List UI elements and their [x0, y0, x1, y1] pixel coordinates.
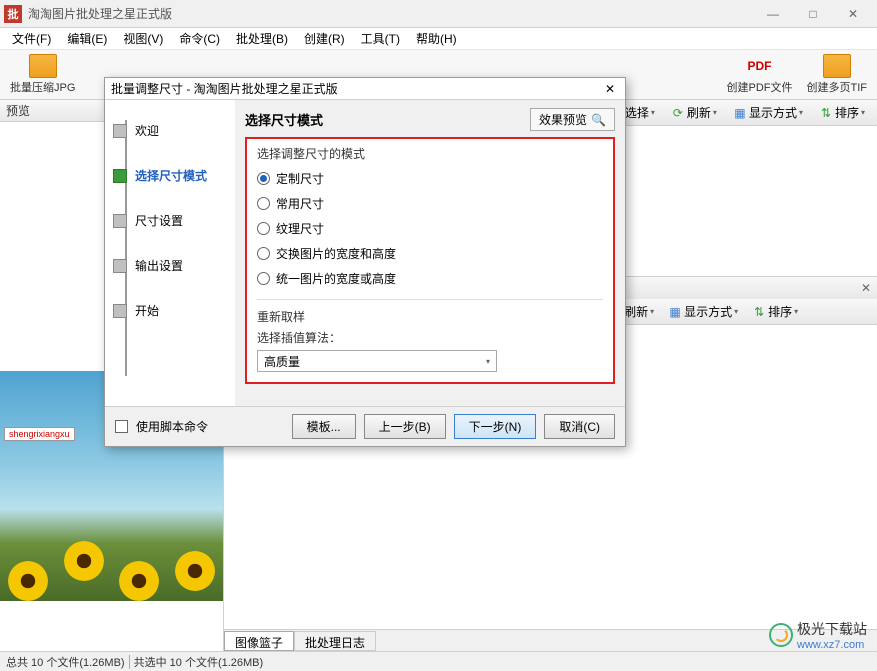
tb-create-tif[interactable]: 创建多页TIF [801, 52, 874, 97]
menubar: 文件(F) 编辑(E) 视图(V) 命令(C) 批处理(B) 创建(R) 工具(… [0, 28, 877, 50]
chevron-down-icon: ▾ [486, 357, 490, 366]
view-icon: ▦ [733, 106, 747, 120]
sort-icon: ⇅ [819, 106, 833, 120]
radio-icon [257, 172, 270, 185]
radio-icon [257, 247, 270, 260]
jpg-icon [29, 54, 57, 78]
radio-icon [257, 272, 270, 285]
pdf-icon: PDF [746, 54, 774, 78]
menu-edit[interactable]: 编辑(E) [59, 28, 115, 49]
use-script-label: 使用脚本命令 [136, 418, 208, 435]
maximize-button[interactable]: □ [793, 2, 833, 26]
resize-dialog: 批量调整尺寸 - 淘淘图片批处理之星正式版 ✕ 欢迎 选择尺寸模式 尺寸设置 输… [104, 77, 626, 447]
interp-label: 选择插值算法： [257, 329, 603, 346]
menu-create[interactable]: 创建(R) [296, 28, 353, 49]
radio-icon [257, 197, 270, 210]
preview-label: shengrixiangxu [4, 427, 75, 441]
basket-tab-log[interactable]: 批处理日志 [294, 631, 376, 651]
nav-start[interactable]: 开始 [109, 288, 231, 333]
radio-icon [257, 222, 270, 235]
use-script-checkbox[interactable] [115, 420, 128, 433]
app-icon: 批 [4, 5, 22, 23]
flower-icon [119, 561, 159, 601]
basket-close-icon[interactable]: ✕ [861, 281, 871, 295]
group-label: 选择调整尺寸的模式 [257, 145, 603, 162]
sort-icon: ⇅ [752, 305, 766, 319]
ft-sort[interactable]: ⇅排序▾ [813, 103, 871, 122]
next-button[interactable]: 下一步(N) [454, 414, 537, 439]
section-title: 选择尺寸模式 [245, 110, 323, 129]
flower-icon [64, 541, 104, 581]
tif-icon [823, 54, 851, 78]
interp-select[interactable]: 高质量▾ [257, 350, 497, 372]
menu-tools[interactable]: 工具(T) [353, 28, 408, 49]
statusbar: 总共 10 个文件(1.26MB) 共选中 10 个文件(1.26MB) [0, 651, 877, 671]
nav-welcome[interactable]: 欢迎 [109, 108, 231, 153]
cancel-button[interactable]: 取消(C) [544, 414, 615, 439]
flower-icon [175, 551, 215, 591]
bt-view[interactable]: ▦显示方式▾ [662, 302, 744, 321]
template-button[interactable]: 模板... [292, 414, 356, 439]
status-selected: 共选中 10 个文件(1.26MB) [134, 654, 264, 670]
radio-texture[interactable]: 纹理尺寸 [257, 216, 603, 241]
tb-create-pdf[interactable]: PDF 创建PDF文件 [721, 52, 799, 97]
ft-refresh[interactable]: ⟳刷新▾ [665, 103, 723, 122]
dialog-nav: 欢迎 选择尺寸模式 尺寸设置 输出设置 开始 [105, 100, 235, 406]
menu-view[interactable]: 视图(V) [115, 28, 171, 49]
radio-unify[interactable]: 统一图片的宽度或高度 [257, 266, 603, 291]
refresh-icon: ⟳ [671, 106, 685, 120]
titlebar: 批 淘淘图片批处理之星正式版 — □ ✕ [0, 0, 877, 28]
menu-help[interactable]: 帮助(H) [408, 28, 465, 49]
radio-common[interactable]: 常用尺寸 [257, 191, 603, 216]
tb-compress-jpg[interactable]: 批量压缩JPG [4, 52, 81, 97]
magnifier-icon: 🔍 [591, 113, 606, 127]
view-icon: ▦ [668, 305, 682, 319]
watermark: 极光下载站 www.xz7.com [769, 619, 867, 651]
minimize-button[interactable]: — [753, 2, 793, 26]
radio-custom[interactable]: 定制尺寸 [257, 166, 603, 191]
nav-size-settings[interactable]: 尺寸设置 [109, 198, 231, 243]
basket-tab-images[interactable]: 图像篮子 [224, 631, 294, 651]
ft-view[interactable]: ▦显示方式▾ [727, 103, 809, 122]
menu-file[interactable]: 文件(F) [4, 28, 59, 49]
status-total: 总共 10 个文件(1.26MB) [6, 654, 125, 670]
radio-swap[interactable]: 交换图片的宽度和高度 [257, 241, 603, 266]
window-title: 淘淘图片批处理之星正式版 [28, 5, 753, 22]
close-button[interactable]: ✕ [833, 2, 873, 26]
nav-output[interactable]: 输出设置 [109, 243, 231, 288]
watermark-icon [769, 623, 793, 647]
effect-preview-button[interactable]: 效果预览🔍 [530, 108, 615, 131]
bt-sort[interactable]: ⇅排序▾ [746, 302, 804, 321]
flower-icon [8, 561, 48, 601]
dialog-title: 批量调整尺寸 - 淘淘图片批处理之星正式版 [111, 80, 338, 97]
dialog-close-button[interactable]: ✕ [601, 80, 619, 98]
menu-command[interactable]: 命令(C) [171, 28, 228, 49]
options-frame: 选择调整尺寸的模式 定制尺寸 常用尺寸 纹理尺寸 交换图片的宽度和高度 统一图片… [245, 137, 615, 384]
menu-batch[interactable]: 批处理(B) [228, 28, 296, 49]
back-button[interactable]: 上一步(B) [364, 414, 446, 439]
nav-size-mode[interactable]: 选择尺寸模式 [109, 153, 231, 198]
resample-label: 重新取样 [257, 308, 603, 325]
